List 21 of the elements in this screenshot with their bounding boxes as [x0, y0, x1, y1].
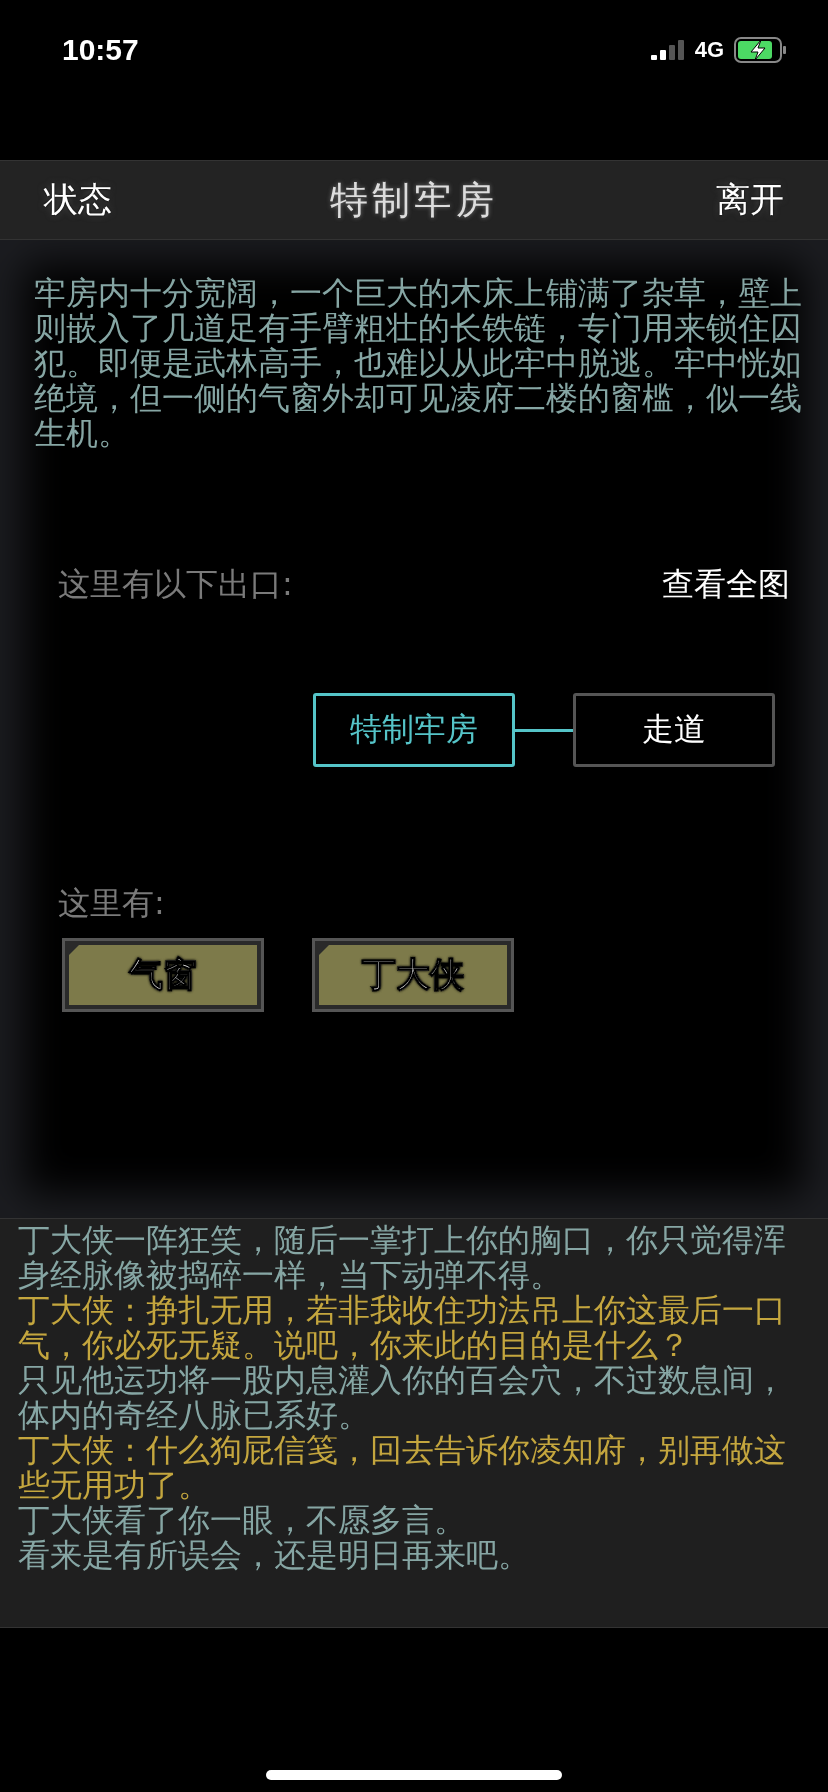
object-button[interactable]: 丁大侠 — [312, 938, 514, 1012]
signal-icon — [650, 38, 685, 62]
map-node[interactable]: 走道 — [573, 693, 775, 767]
dialogue-line: 丁大侠：什么狗屁信笺，回去告诉你凌知府，别再做这些无用功了。 — [18, 1433, 787, 1503]
narration-line: 丁大侠一阵狂笑，随后一掌打上你的胸口，你只觉得浑身经脉像被捣碎一样，当下动弹不得。 — [18, 1223, 787, 1293]
status-time: 10:57 — [62, 33, 139, 67]
leave-button[interactable]: 离开 — [712, 173, 788, 227]
location-title: 特制牢房 — [330, 176, 498, 224]
here-label: 这里有: — [57, 883, 166, 924]
full-map-link[interactable]: 查看全图 — [662, 563, 790, 607]
narration-line: 丁大侠看了你一眼，不愿多言。 — [18, 1503, 467, 1538]
narration-line: 看来是有所误会，还是明日再来吧。 — [18, 1538, 531, 1573]
map-node[interactable]: 特制牢房 — [313, 693, 515, 767]
location-description: 牢房内十分宽阔，一个巨大的木床上铺满了杂草，壁上则嵌入了几道足有手臂粗壮的长铁链，专门用来锁住囚犯。即便是武林高手，也难以从此牢中脱逃。牢中恍如绝境，但一侧的气窗外却可见凌府二楼的窗槛，似一线生机。 — [34, 276, 803, 451]
status-button[interactable]: 状态 — [40, 173, 116, 227]
dialogue-line: 丁大侠：挣扎无用，若非我收住功法吊上你这最后一口气，你必死无疑。说吧，你来此的目的是什么？ — [18, 1293, 787, 1363]
map-connector — [515, 728, 573, 732]
network-type: 4G — [694, 37, 724, 63]
narration-line: 只见他运功将一股内息灌入你的百会穴，不过数息间，体内的奇经八脉已系好。 — [18, 1363, 787, 1433]
exits-label: 这里有以下出口: — [58, 564, 293, 605]
object-button[interactable]: 气窗 — [62, 938, 264, 1012]
